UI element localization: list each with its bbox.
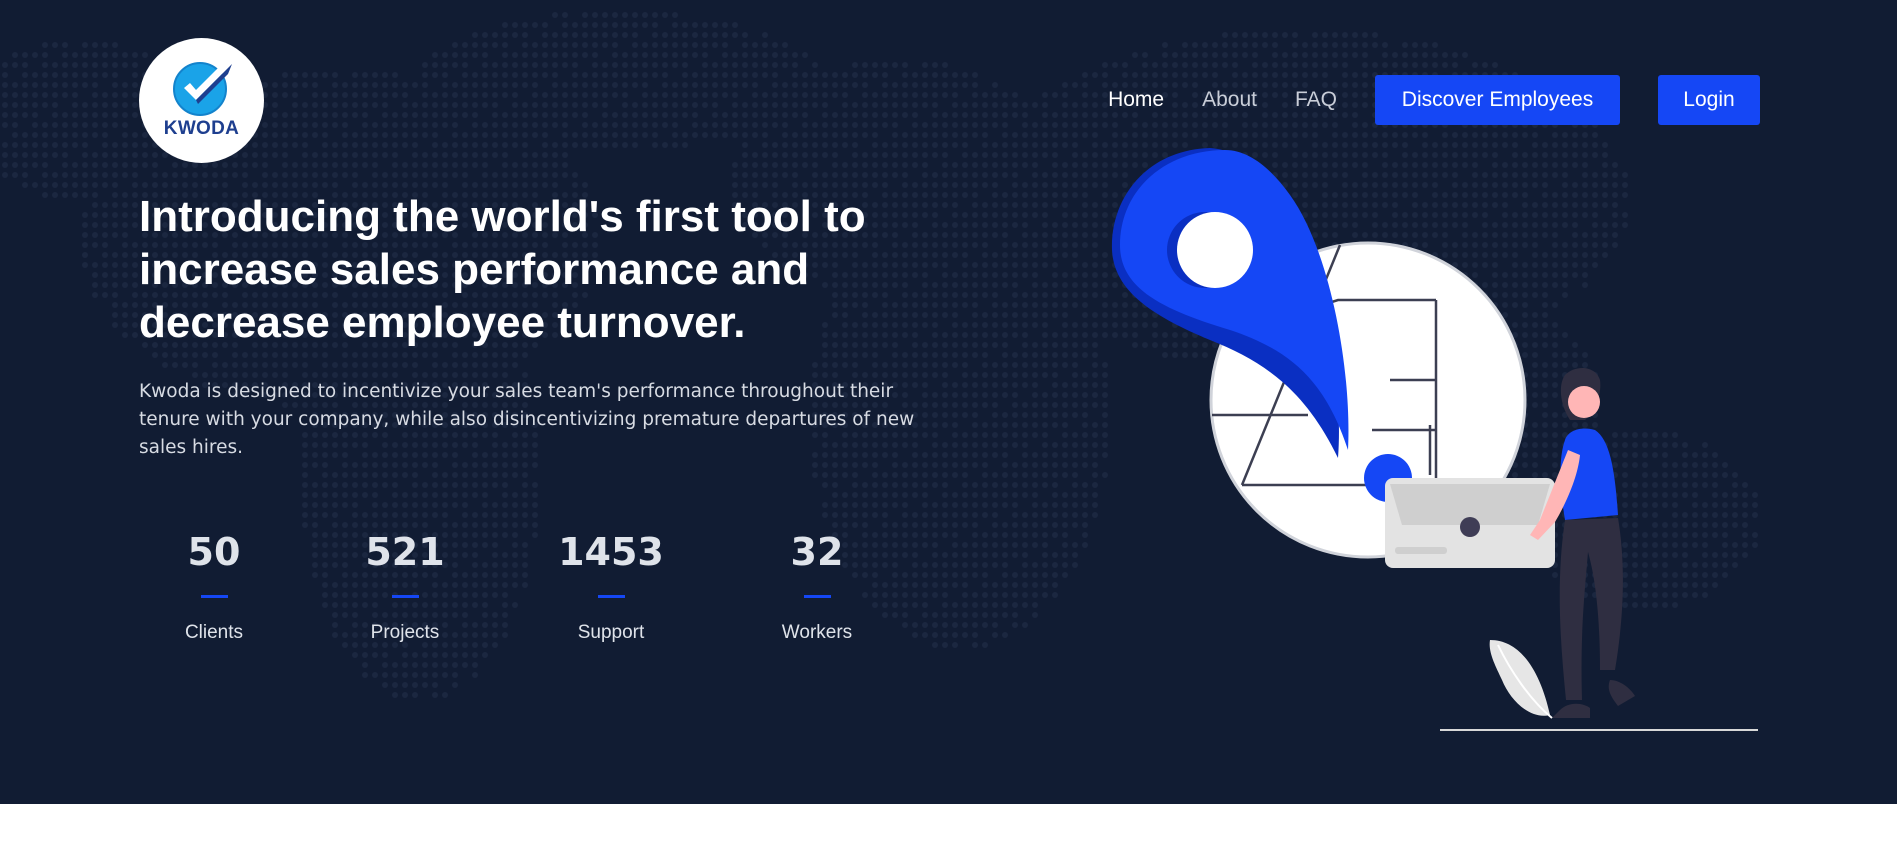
discover-employees-button[interactable]: Discover Employees [1375, 75, 1620, 125]
leaf-plant-icon [1489, 640, 1550, 716]
stat-projects: 521 Projects [302, 525, 508, 644]
stat-divider [597, 595, 625, 598]
stat-value: 1453 [558, 530, 664, 574]
stat-label: Workers [781, 622, 853, 643]
stat-workers: 32 Workers [714, 525, 920, 644]
stat-label: Support [577, 622, 645, 643]
hero-headline: Introducing the world's first tool to in… [139, 192, 866, 347]
kwoda-logo[interactable]: KWODA [139, 38, 264, 163]
stat-divider [391, 595, 419, 598]
hero-section: KWODA Home About FAQ Discover Employees … [0, 0, 1897, 804]
stat-divider [200, 595, 228, 598]
stat-value: 32 [790, 530, 844, 574]
stats-row: 50 Clients 521 Projects 1453 Support 32 … [139, 525, 920, 644]
stat-label: Projects [370, 622, 440, 643]
brand-name: KWODA [163, 117, 240, 139]
stat-value: 521 [365, 530, 445, 574]
stat-support: 1453 Support [508, 525, 714, 644]
stat-divider [803, 595, 831, 598]
stat-label: Clients [184, 622, 244, 643]
stat-value: 50 [187, 530, 241, 574]
checkmark-badge-icon [172, 61, 232, 116]
login-button[interactable]: Login [1658, 75, 1760, 125]
location-pin-illustration [1111, 148, 1758, 731]
laptop-icon [1385, 478, 1555, 568]
stat-clients: 50 Clients [126, 525, 302, 644]
main-nav: Home About FAQ Discover Employees Login [1108, 75, 1760, 125]
hero-subtext: Kwoda is designed to incentivize your sa… [139, 381, 915, 458]
nav-faq-link[interactable]: FAQ [1295, 88, 1337, 112]
nav-about-link[interactable]: About [1202, 88, 1257, 112]
nav-home-link[interactable]: Home [1108, 88, 1164, 112]
